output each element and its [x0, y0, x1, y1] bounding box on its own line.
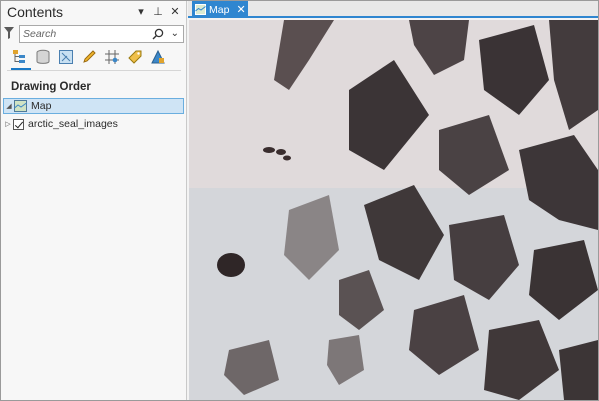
toolbar-divider	[7, 70, 181, 71]
tree-item-layer[interactable]: ▷ arctic_seal_images	[3, 116, 184, 132]
list-by-editing-icon[interactable]	[80, 48, 97, 65]
list-by-selection-icon[interactable]	[57, 48, 74, 65]
layer-visibility-checkbox[interactable]	[13, 118, 24, 130]
search-input[interactable]	[23, 27, 153, 41]
aerial-imagery	[189, 20, 598, 400]
pane-controls: ▾ ⊥ ✕	[136, 5, 180, 19]
list-by-drawing-order-icon[interactable]	[11, 48, 28, 65]
search-row: ⌄	[4, 25, 184, 43]
pane-title: Contents	[7, 4, 64, 20]
map-label: Map	[31, 100, 52, 112]
tab-map-label: Map	[209, 3, 230, 16]
search-options-chevron-icon[interactable]: ⌄	[171, 28, 179, 39]
pin-icon[interactable]: ⊥	[153, 5, 163, 19]
tree-item-map[interactable]: ◢ Map	[3, 98, 184, 114]
view-tab-bar: Map ✕	[188, 1, 598, 18]
map-canvas[interactable]	[189, 20, 598, 400]
expand-triangle-icon[interactable]: ▷	[4, 120, 12, 128]
map-tab-icon	[195, 4, 206, 15]
close-pane-icon[interactable]: ✕	[170, 5, 180, 19]
section-title: Drawing Order	[11, 81, 91, 93]
map-icon	[14, 100, 27, 112]
contents-toolbar	[11, 48, 166, 65]
tab-map[interactable]: Map ✕	[192, 1, 248, 18]
list-by-charts-icon[interactable]	[149, 48, 166, 65]
list-by-source-icon[interactable]	[34, 48, 51, 65]
pane-menu-icon[interactable]: ▾	[136, 5, 146, 19]
contents-pane: Contents ▾ ⊥ ✕ ⌄	[1, 1, 187, 400]
list-by-labeling-icon[interactable]	[126, 48, 143, 65]
search-field[interactable]: ⌄	[19, 25, 184, 43]
search-icon[interactable]	[152, 28, 164, 40]
list-by-snapping-icon[interactable]	[103, 48, 120, 65]
close-tab-icon[interactable]: ✕	[236, 4, 245, 15]
filter-icon[interactable]	[4, 27, 14, 39]
layer-label: arctic_seal_images	[28, 118, 118, 130]
collapse-triangle-icon[interactable]: ◢	[5, 102, 13, 110]
app-window: Contents ▾ ⊥ ✕ ⌄	[0, 0, 599, 401]
